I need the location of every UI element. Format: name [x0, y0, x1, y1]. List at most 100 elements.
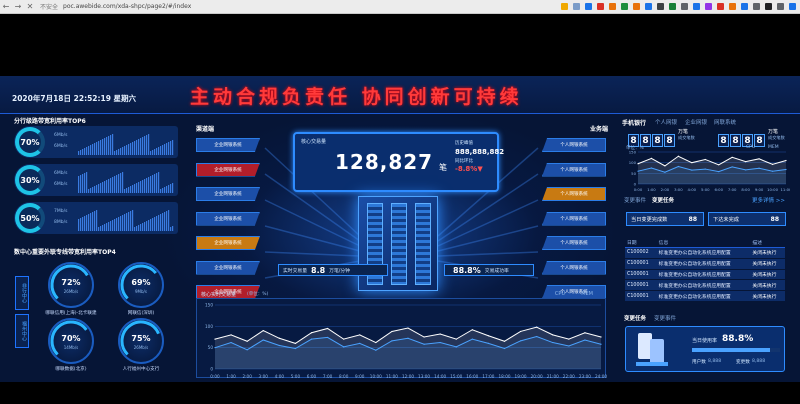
business-system-button[interactable]: 个人网银系统: [542, 236, 606, 250]
black-band: [0, 14, 800, 76]
data-point-CPU: [359, 334, 361, 336]
data-point-CPU: [536, 326, 538, 328]
data-point-MEM: [343, 346, 345, 348]
extension-icon[interactable]: [585, 3, 592, 10]
channel-system-button[interactable]: 企业网银系统: [196, 138, 260, 152]
upload-speed: 6Mb/s: [54, 133, 68, 138]
channel-system-button[interactable]: 企业网银系统: [196, 260, 260, 275]
channel-system-button[interactable]: 企业网银系统: [196, 236, 260, 250]
extension-icon[interactable]: [573, 3, 580, 10]
tab-change-tasks[interactable]: 变更任务: [652, 196, 674, 204]
sparkline-bar: [158, 215, 160, 231]
counter-2-label: 成交笔数: [768, 135, 785, 140]
extension-icon[interactable]: [777, 3, 784, 10]
extension-icon[interactable]: [621, 3, 628, 10]
sparkline-bar: [100, 183, 102, 193]
business-system-button[interactable]: 个人网银系统: [542, 260, 606, 275]
channel-system-button[interactable]: 企业网银系统: [196, 211, 260, 226]
change-table: 日期 信息 描述 C100002 标准变更办公自动化系统应用配置 关闭未执行 C10000…: [625, 238, 785, 302]
gauge-unit: 14Mb/s: [63, 345, 79, 350]
bandwidth-row: 30% 6Mb/s 6Mb/s: [14, 164, 178, 196]
extension-icon[interactable]: [765, 3, 772, 10]
data-point-CPU: [262, 330, 264, 332]
sparkline-bar: [168, 142, 170, 155]
tab-fuzhou[interactable]: 福州中心: [15, 314, 29, 348]
security-label[interactable]: 不安全: [40, 2, 58, 11]
extension-icon[interactable]: [681, 3, 688, 10]
data-point-MEM: [262, 339, 264, 341]
extension-icon[interactable]: [657, 3, 664, 10]
channel-system-button[interactable]: 企业网银系统: [196, 162, 260, 177]
sparkline-bar: [90, 145, 92, 155]
extension-icon[interactable]: [789, 3, 796, 10]
extension-icon[interactable]: [753, 3, 760, 10]
table-row[interactable]: C100001 标准变更办公自动化系统应用配置 关闭未执行: [625, 290, 785, 302]
bandwidth-gauge: 75% 26Mb/s: [118, 318, 164, 364]
close-icon[interactable]: ✕: [24, 2, 36, 11]
history-peak-value: 888,888,882: [455, 148, 505, 156]
extension-icon[interactable]: [693, 3, 700, 10]
data-point-CPU: [455, 338, 457, 340]
sparkline-bar: [138, 182, 140, 193]
sparkline-bar: [96, 210, 98, 231]
success-rate-value: 88.8%: [453, 265, 481, 275]
business-system-button[interactable]: 个人网银系统: [542, 211, 606, 226]
extension-icon[interactable]: [561, 3, 568, 10]
extension-icon[interactable]: [741, 3, 748, 10]
realtime-volume-value: 8.8: [311, 265, 326, 275]
channel-system-button[interactable]: 企业网银系统: [196, 187, 260, 201]
extension-icon[interactable]: [717, 3, 724, 10]
extension-icon[interactable]: [609, 3, 616, 10]
data-point-MEM: [294, 347, 297, 350]
more-details-link[interactable]: 更多详情 >>: [752, 196, 785, 204]
table-row[interactable]: C100001 标准变更办公自动化系统应用配置 关闭未执行: [625, 258, 785, 270]
table-row[interactable]: C100002 标准变更办公自动化系统应用配置 关闭未执行: [625, 247, 785, 259]
table-cell: C100001: [625, 290, 657, 302]
table-row[interactable]: C100001 标准变更办公自动化系统应用配置 关闭未执行: [625, 279, 785, 292]
success-rate: 88.8% 交易成功率: [444, 264, 534, 276]
download-speed: 8Mb/s: [54, 220, 68, 225]
tab-corporate-bank[interactable]: 企业网银: [685, 118, 707, 126]
yoy-value: -8.8%▼: [455, 165, 483, 173]
x-tick-label: 0:00: [210, 374, 220, 379]
back-icon[interactable]: ←: [0, 2, 12, 11]
tab-tasks[interactable]: 变更任务: [624, 314, 646, 322]
sparkline-bar: [156, 173, 158, 193]
address-bar[interactable]: poc.awebide.com/xda-shpc/page2/#/index: [63, 3, 191, 10]
table-row[interactable]: C100001 标准变更办公自动化系统应用配置 关闭未执行: [625, 269, 785, 281]
table-header: 日期: [625, 238, 657, 248]
sparkline-bar: [88, 189, 90, 193]
gauge-unit: 9Mb/s: [135, 289, 147, 294]
sparkline-bar: [126, 213, 128, 231]
sparkline-bar: [160, 189, 162, 193]
y-tick-label: 0: [634, 182, 637, 187]
extension-icon[interactable]: [705, 3, 712, 10]
sparkline-bar: [86, 215, 88, 231]
forward-icon[interactable]: →: [12, 2, 24, 11]
business-system-button[interactable]: 个人网银系统: [542, 187, 606, 201]
business-system-button[interactable]: 个人网银系统: [542, 138, 606, 152]
data-point-CPU: [664, 165, 666, 167]
data-point-MEM: [278, 344, 280, 347]
sparkline-bar: [90, 213, 92, 231]
x-tick-label: 13:00: [418, 374, 430, 379]
table-cell: C100001: [625, 279, 657, 292]
sparkline-bar: [124, 146, 126, 155]
tab-datacenter[interactable]: 非行中心: [15, 276, 29, 310]
tab-events[interactable]: 变更事件: [654, 314, 676, 322]
sparkline-bar: [110, 178, 112, 193]
extension-icon[interactable]: [669, 3, 676, 10]
tab-netlink[interactable]: 网联系统: [714, 118, 736, 126]
extension-icon[interactable]: [597, 3, 604, 10]
tab-personal-bank[interactable]: 个人网银: [655, 118, 677, 126]
extension-icon[interactable]: [633, 3, 640, 10]
table-cell: 关闭未执行: [750, 247, 785, 259]
sparkline-bar: [84, 173, 86, 193]
sparkline-bar: [138, 139, 140, 155]
business-system-button[interactable]: 个人网银系统: [542, 162, 606, 177]
extension-icon[interactable]: [729, 3, 736, 10]
business-system-button[interactable]: 个人网银系统: [542, 285, 606, 299]
sparkline-bar: [106, 223, 108, 231]
extension-icon[interactable]: [645, 3, 652, 10]
tab-change-events[interactable]: 变更事件: [624, 196, 646, 204]
